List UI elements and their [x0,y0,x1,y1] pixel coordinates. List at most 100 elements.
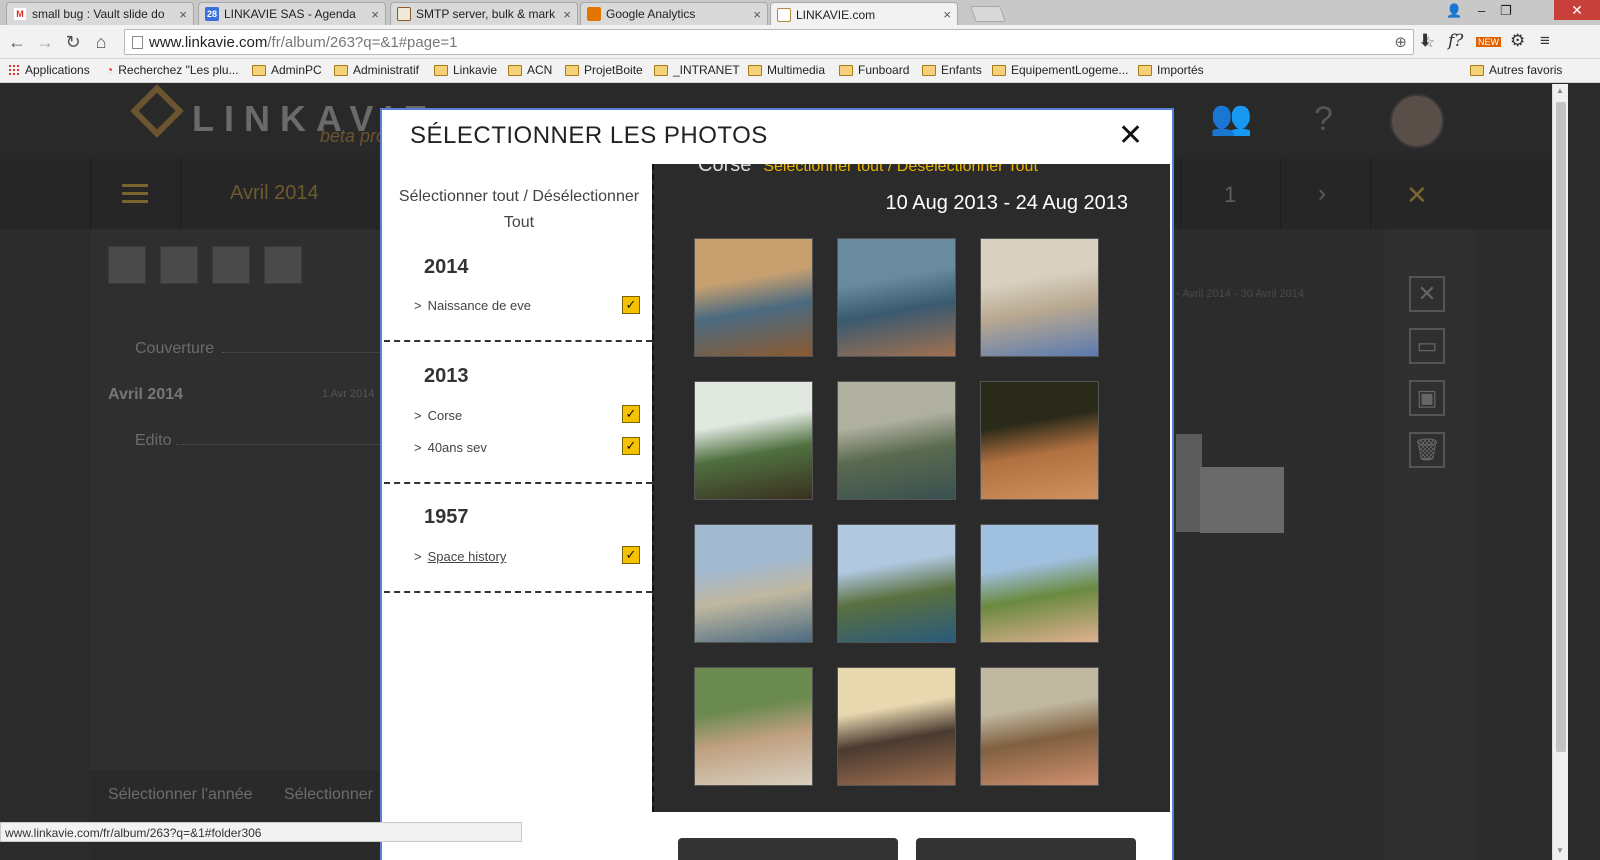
next-page-icon[interactable]: › [1318,180,1326,208]
photo-thumbnail[interactable] [980,667,1099,786]
tab-linkavie[interactable]: LINKAVIE.com × [770,2,958,26]
pointer-icon[interactable] [264,246,302,284]
rainbow-icon: ◔ [106,63,114,77]
tab-close-icon[interactable]: × [179,7,187,22]
window-close-icon[interactable]: ✕ [1554,0,1600,20]
page-scrollbar[interactable]: ▲ ▼ [1552,84,1568,860]
reload-icon[interactable]: ↻ [62,31,84,53]
folder-checkbox[interactable]: ✓ [622,437,640,455]
folder-item[interactable]: > Corse [414,408,462,423]
bookmark-acn[interactable]: ACN [508,63,552,77]
bookmark-projetboite[interactable]: ProjetBoite [565,63,643,77]
photo-thumbnail[interactable] [837,238,956,357]
restore-icon[interactable]: ❐ [1500,3,1512,19]
folder-item[interactable]: >40ans sev [414,440,487,455]
bookmark-enfants[interactable]: Enfants [922,63,982,77]
select-all-link[interactable]: Sélectionner tout / Désélectionner Tout [388,184,650,236]
modal-secondary-button[interactable] [678,838,898,860]
menu-hamburger-icon[interactable] [122,184,148,203]
forward-icon[interactable]: → [34,31,56,53]
select-year-label[interactable]: Sélectionner l'année [108,786,253,804]
folder-item[interactable]: > Naissance de eve [414,298,531,313]
bookmark-administratif[interactable]: Administratif [334,63,419,77]
photo-thumbnail[interactable] [837,381,956,500]
modal-primary-button[interactable] [916,838,1136,860]
photo-thumbnail[interactable] [694,238,813,357]
modal-title: SÉLECTIONNER LES PHOTOS [410,122,768,149]
photo-thumbnail[interactable] [980,238,1099,357]
edit-icon[interactable] [212,246,250,284]
photo-thumbnail[interactable] [980,381,1099,500]
tab-close-icon[interactable]: × [371,7,379,22]
formula-extension-icon[interactable]: f? [1448,31,1463,51]
blank-page-icon[interactable] [160,246,198,284]
bookmark-importes[interactable]: Importés [1138,63,1204,77]
folder-item[interactable]: > Space history [414,549,506,564]
folder-icon [508,64,522,76]
save-icon[interactable]: ▣ [1409,380,1445,416]
bookmark-recherchez[interactable]: ◔ Recherchez "Les plu... [106,63,239,77]
photo-thumbnail[interactable] [694,524,813,643]
tab-close-icon[interactable]: × [943,7,951,22]
year-heading: 1957 [424,506,469,528]
divider [384,482,652,484]
bookmark-equipement[interactable]: EquipementLogeme... [992,63,1128,77]
tab-analytics[interactable]: Google Analytics × [580,2,768,25]
photo-thumbnail[interactable] [694,381,813,500]
scroll-thumb[interactable] [1556,102,1566,752]
home-icon[interactable]: ⌂ [90,31,112,53]
folder-checkbox[interactable]: ✓ [622,546,640,564]
bookmark-funboard[interactable]: Funboard [839,63,909,77]
new-tab-button[interactable] [970,6,1006,22]
photo-thumbnail[interactable] [837,667,956,786]
tab-smtp[interactable]: SMTP server, bulk & mark × [390,2,578,25]
tab-close-icon[interactable]: × [753,7,761,22]
user-profile-icon[interactable]: 👤 [1446,3,1462,19]
back-icon[interactable]: ← [6,31,28,53]
photo-thumbnail[interactable] [980,524,1099,643]
download-icon[interactable]: ⬇ [1418,31,1432,51]
new-page-icon[interactable] [108,246,146,284]
menu-icon[interactable]: ≡ [1540,31,1550,51]
bookmark-other[interactable]: Autres favoris [1470,63,1562,77]
bookmark-applications[interactable]: Applications [8,63,90,77]
photo-thumbnail[interactable] [837,524,956,643]
trash-icon[interactable]: 🗑 [1409,432,1445,468]
new-badge-icon[interactable]: NEW [1476,37,1501,47]
edito-item[interactable]: Edito [135,432,171,450]
bookmark-multimedia[interactable]: Multimedia [748,63,825,77]
bookmark-label: Administratif [353,63,420,77]
month-title: Avril 2014 [230,182,319,204]
bookmark-linkavie[interactable]: Linkavie [434,63,497,77]
contacts-icon[interactable]: 👥 [1210,98,1252,138]
modal-close-icon[interactable]: ✕ [1118,118,1143,153]
folder-icon [1470,64,1484,76]
folder-checkbox[interactable]: ✓ [622,405,640,423]
scroll-down-icon[interactable]: ▼ [1556,846,1564,855]
url-host: www.linkavie.com [149,33,268,51]
close-icon[interactable]: ✕ [1409,276,1445,312]
bookmark-adminpc[interactable]: AdminPC [252,63,322,77]
select-more-label[interactable]: Sélectionner [284,786,373,804]
tab-close-icon[interactable]: × [563,7,571,22]
help-icon[interactable]: ? [1314,100,1333,139]
cover-item[interactable]: Couverture [135,340,214,358]
zoom-icon[interactable]: ⊕ [1394,33,1407,51]
bookmark-intranet[interactable]: _INTRANET [654,63,740,77]
folder-select-all-link[interactable]: Sélectionner tout / Désélectionner Tout [763,164,1038,175]
address-bar[interactable]: www.linkavie.com/fr/album/263?q=&1#page=… [124,29,1435,55]
scroll-up-icon[interactable]: ▲ [1556,86,1564,95]
avatar[interactable] [1390,94,1444,148]
folder-checkbox[interactable]: ✓ [622,296,640,314]
bookmark-label: ACN [527,63,553,77]
minimize-icon[interactable]: – [1478,3,1485,18]
folder-icon[interactable]: ▭ [1409,328,1445,364]
month-item[interactable]: Avril 2014 [108,386,183,404]
photo-thumbnail[interactable] [694,667,813,786]
settings-gear-icon[interactable]: ⚙ [1510,31,1525,51]
tab-agenda[interactable]: 28 LINKAVIE SAS - Agenda × [198,2,386,25]
page-number: 1 [1224,182,1237,207]
tools-icon[interactable]: ✕ [1406,180,1428,211]
folder-label: Space history [427,549,507,564]
tab-gmail[interactable]: M small bug : Vault slide do × [6,2,194,25]
